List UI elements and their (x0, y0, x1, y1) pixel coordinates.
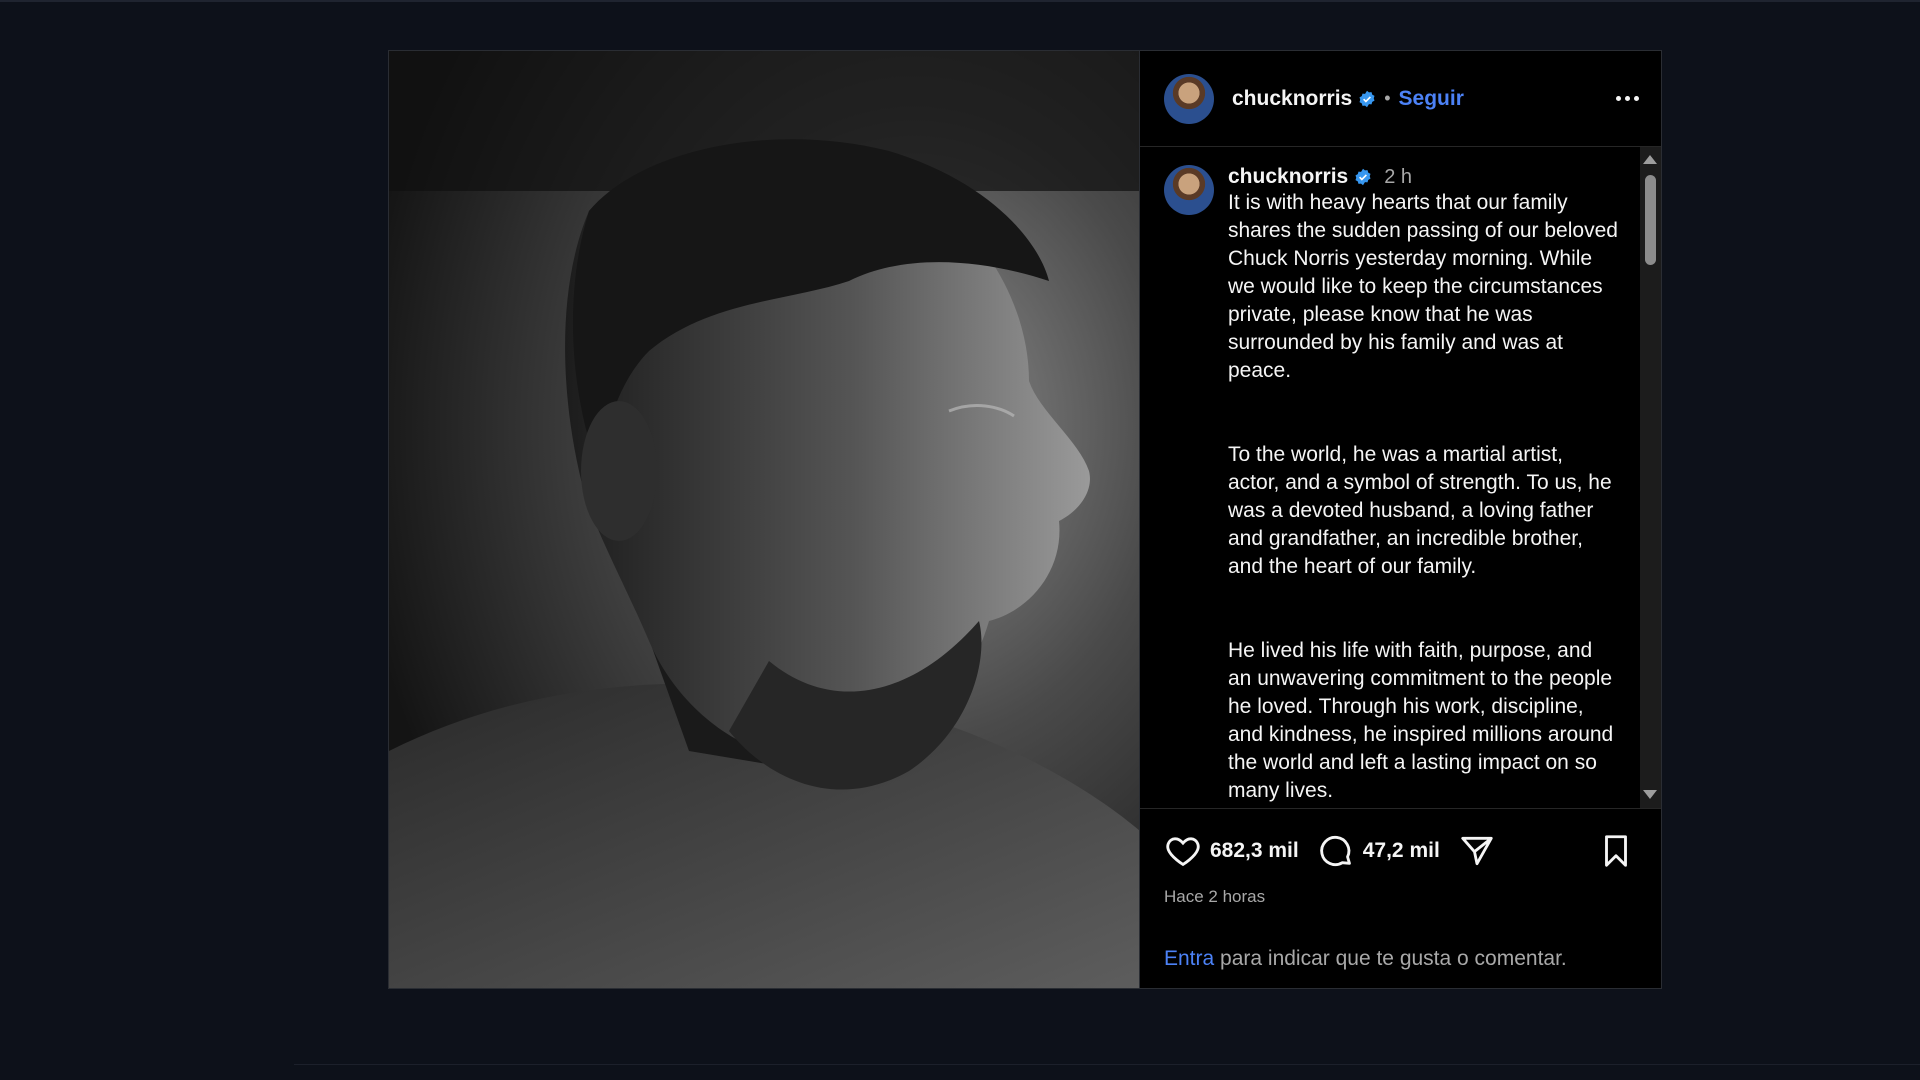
more-options-icon[interactable] (1612, 86, 1643, 111)
post-header: chucknorris • Seguir (1140, 51, 1661, 147)
like-button[interactable]: 682,3 mil (1164, 832, 1317, 870)
follow-button[interactable]: Seguir (1399, 87, 1464, 111)
portrait-photo (389, 51, 1139, 988)
post-image (389, 51, 1140, 988)
verified-badge-icon (1354, 168, 1372, 186)
top-divider (0, 0, 1920, 2)
post-timestamp[interactable]: Hace 2 horas (1140, 875, 1661, 907)
comment-icon (1320, 835, 1351, 866)
save-button[interactable] (1597, 832, 1635, 870)
comments-count[interactable]: 47,2 mil (1363, 839, 1440, 863)
scroll-thumb[interactable] (1645, 175, 1656, 265)
username-link[interactable]: chucknorris (1232, 87, 1352, 111)
caption-text: It is with heavy hearts that our family … (1228, 191, 1618, 802)
comment-time[interactable]: 2 h (1384, 166, 1412, 189)
login-prompt-text: para indicar que te gusta o comentar. (1214, 947, 1567, 970)
post-dialog: chucknorris • Seguir chucknorris 2 h It … (388, 50, 1662, 989)
bookmark-icon (1605, 835, 1627, 867)
login-prompt: Entra para indicar que te gusta o coment… (1140, 907, 1661, 971)
separator-dot: • (1384, 88, 1391, 108)
comment-button[interactable]: 47,2 mil (1317, 832, 1458, 870)
action-bar: 682,3 mil 47,2 mil (1140, 809, 1661, 875)
likes-count[interactable]: 682,3 mil (1210, 839, 1299, 863)
avatar[interactable] (1164, 73, 1214, 124)
avatar[interactable] (1164, 165, 1214, 215)
heart-icon (1166, 837, 1200, 867)
scroll-up-icon[interactable] (1643, 155, 1657, 164)
post-side-panel: chucknorris • Seguir chucknorris 2 h It … (1140, 51, 1661, 988)
login-link[interactable]: Entra (1164, 947, 1214, 970)
caption-comment: chucknorris 2 h It is with heavy hearts … (1140, 147, 1661, 808)
send-icon (1461, 836, 1493, 866)
scroll-down-icon[interactable] (1643, 790, 1657, 799)
bottom-divider (294, 1064, 1920, 1065)
comments-section: chucknorris 2 h It is with heavy hearts … (1140, 147, 1661, 809)
share-button[interactable] (1458, 832, 1496, 870)
scrollbar[interactable] (1640, 147, 1661, 808)
username-link[interactable]: chucknorris (1228, 165, 1348, 189)
verified-badge-icon (1358, 90, 1376, 108)
